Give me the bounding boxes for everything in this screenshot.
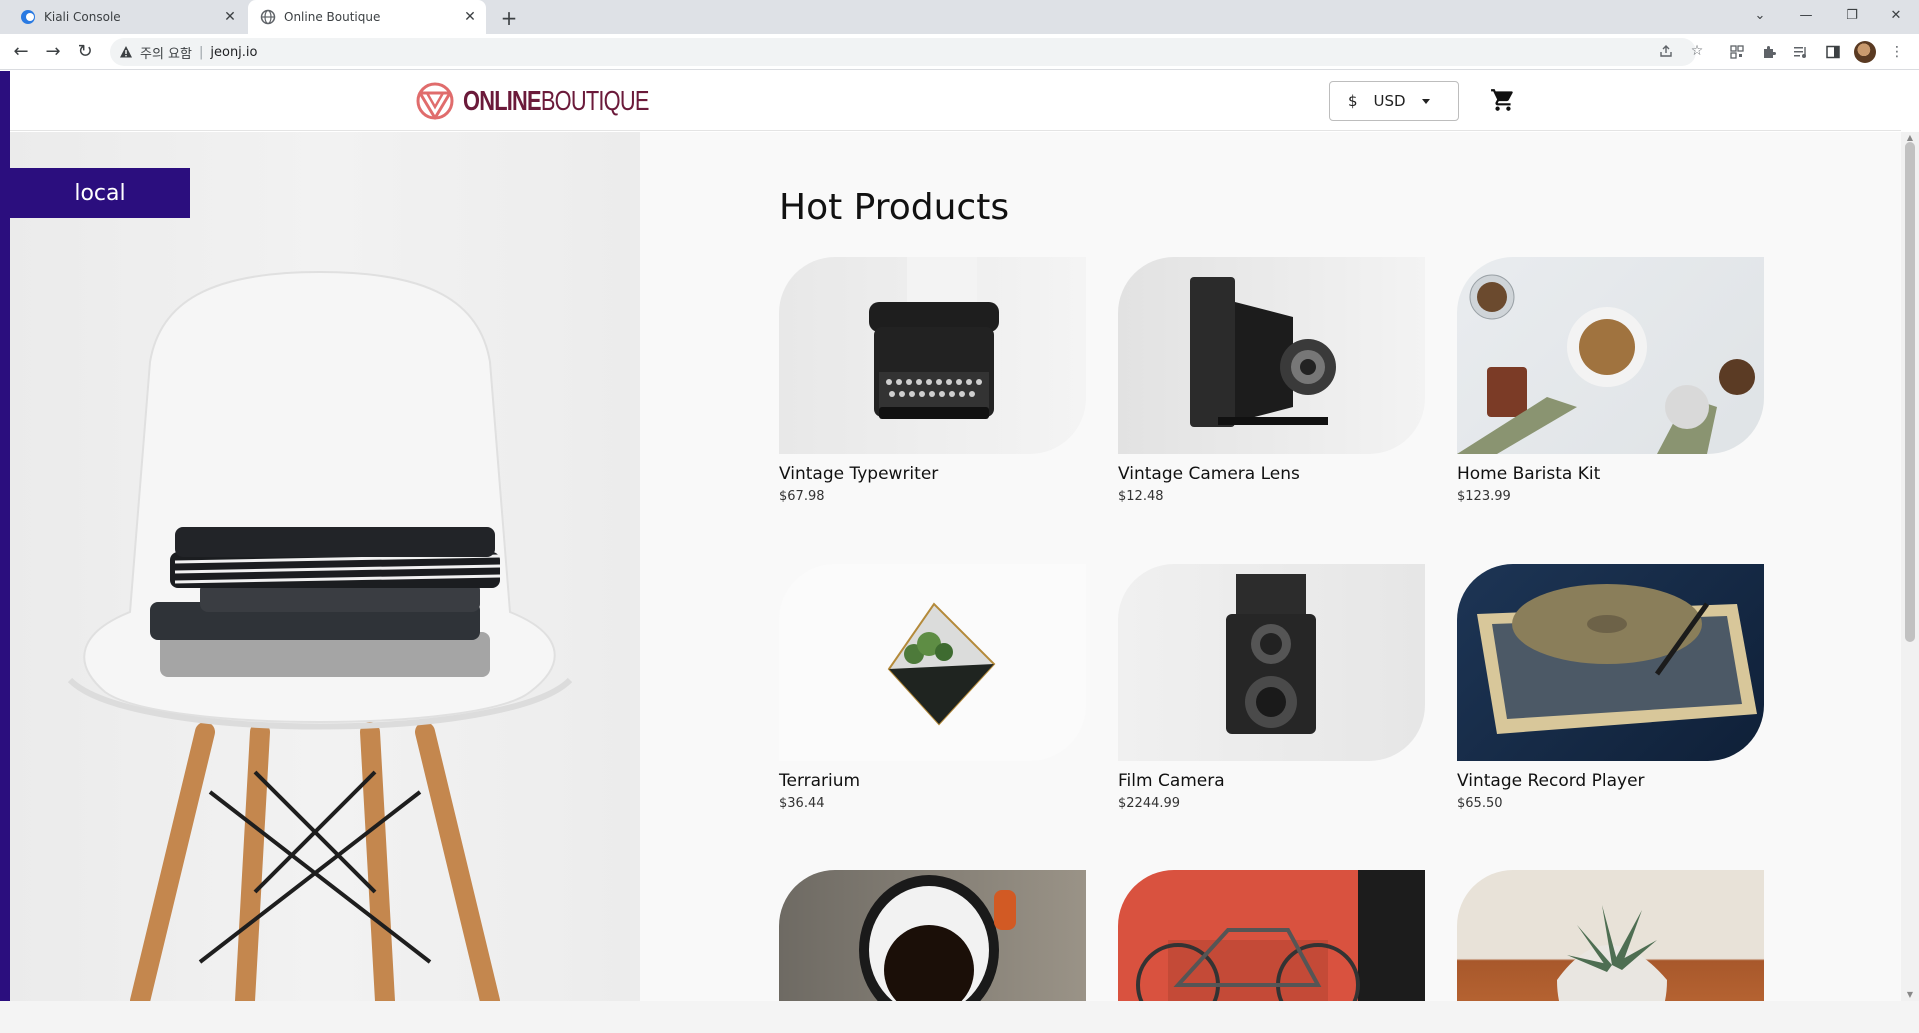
menu-kebab-icon[interactable]: ⋮ — [1885, 40, 1909, 64]
reload-icon[interactable]: ↻ — [73, 40, 97, 64]
chevron-down-icon — [1422, 99, 1430, 104]
product-image-typewriter[interactable] — [779, 257, 1086, 454]
product-image-camera-lens[interactable] — [1118, 257, 1425, 454]
warning-icon[interactable] — [118, 44, 134, 60]
product-image-terrarium[interactable] — [779, 564, 1086, 761]
product-name[interactable]: Vintage Camera Lens — [1118, 464, 1425, 484]
close-tab-icon[interactable]: ✕ — [222, 9, 238, 25]
product-price: $67.98 — [779, 489, 825, 504]
share-icon[interactable] — [1655, 40, 1677, 62]
globe-favicon-icon — [260, 9, 276, 25]
page-scrollbar[interactable]: ▲ ▼ — [1901, 132, 1919, 1001]
cart-icon[interactable] — [1490, 87, 1516, 113]
cluster-indicator-bar — [0, 71, 10, 1001]
page-bottom-strip — [0, 1001, 1919, 1033]
product-price: $2244.99 — [1118, 796, 1181, 811]
scroll-down-icon[interactable]: ▼ — [1901, 989, 1919, 1001]
sidepanel-icon[interactable] — [1821, 40, 1845, 64]
media-icon[interactable] — [1789, 40, 1813, 64]
cluster-badge: local — [10, 168, 190, 218]
product-card[interactable]: Film Camera $2244.99 — [1118, 564, 1425, 811]
tab-kiali-console[interactable]: Kiali Console ✕ — [8, 0, 246, 34]
currency-code: USD — [1373, 92, 1406, 110]
product-price: $123.99 — [1457, 489, 1511, 504]
tab-title: Kiali Console — [44, 10, 121, 24]
forward-arrow-icon[interactable]: → — [41, 40, 65, 64]
product-card[interactable] — [779, 870, 1086, 1001]
address-bar[interactable]: 주의 요함 | jeonj.io — [110, 38, 1696, 66]
new-tab-icon[interactable]: + — [497, 7, 521, 31]
product-image-mug[interactable] — [779, 870, 1086, 1001]
product-card[interactable]: Vintage Camera Lens $12.48 — [1118, 257, 1425, 504]
product-card[interactable]: Vintage Typewriter $67.98 — [779, 257, 1086, 504]
product-name[interactable]: Vintage Record Player — [1457, 771, 1764, 791]
site-header: ONLINEBOUTIQUE $ USD — [10, 71, 1901, 131]
address-separator: | — [198, 44, 204, 60]
product-image-succulent[interactable] — [1457, 870, 1764, 1001]
product-image-bicycle[interactable] — [1118, 870, 1425, 1001]
extensions-icon[interactable] — [1757, 40, 1781, 64]
product-card[interactable]: Terrarium $36.44 — [779, 564, 1086, 811]
product-image-record-player[interactable] — [1457, 564, 1764, 761]
brand-wordmark: ONLINEBOUTIQUE — [463, 85, 649, 116]
hero-chair-image — [10, 132, 640, 1001]
product-name[interactable]: Home Barista Kit — [1457, 464, 1764, 484]
product-name[interactable]: Vintage Typewriter — [779, 464, 1086, 484]
scrollbar-thumb[interactable] — [1905, 142, 1915, 642]
browser-tabstrip: Kiali Console ✕ Online Boutique ✕ + ⌄ — … — [0, 0, 1919, 34]
tab-search-chevron-icon[interactable]: ⌄ — [1737, 0, 1783, 30]
security-status-label: 주의 요함 — [140, 46, 192, 62]
star-icon[interactable]: ☆ — [1686, 40, 1708, 62]
url-text: jeonj.io — [210, 44, 258, 60]
tab-online-boutique[interactable]: Online Boutique ✕ — [248, 0, 486, 34]
page-viewport: ONLINEBOUTIQUE $ USD local Hot Products … — [0, 71, 1919, 1033]
qr-icon[interactable] — [1725, 40, 1749, 64]
product-price: $12.48 — [1118, 489, 1164, 504]
close-window-icon[interactable]: ✕ — [1873, 0, 1919, 30]
minimize-icon[interactable]: — — [1783, 0, 1829, 30]
browser-toolbar: ← → ↻ 주의 요함 | jeonj.io ☆ — [0, 34, 1919, 70]
product-price: $65.50 — [1457, 796, 1503, 811]
products-section: Hot Products Vintage Typewriter $67.98 V… — [640, 132, 1901, 1001]
boutique-logo-icon — [416, 82, 454, 120]
currency-select[interactable]: $ USD — [1329, 81, 1459, 121]
product-name[interactable]: Film Camera — [1118, 771, 1425, 791]
product-card[interactable] — [1118, 870, 1425, 1001]
product-card[interactable] — [1457, 870, 1764, 1001]
kiali-favicon-icon — [20, 9, 36, 25]
restore-icon[interactable]: ❐ — [1829, 0, 1875, 30]
currency-symbol: $ — [1348, 92, 1358, 110]
tab-title: Online Boutique — [284, 10, 381, 24]
product-price: $36.44 — [779, 796, 825, 811]
close-tab-icon[interactable]: ✕ — [462, 9, 478, 25]
product-card[interactable]: Vintage Record Player $65.50 — [1457, 564, 1764, 811]
section-title: Hot Products — [779, 187, 1010, 228]
brand-logo[interactable]: ONLINEBOUTIQUE — [415, 81, 701, 121]
product-name[interactable]: Terrarium — [779, 771, 1086, 791]
product-image-film-camera[interactable] — [1118, 564, 1425, 761]
product-card[interactable]: Home Barista Kit $123.99 — [1457, 257, 1764, 504]
back-arrow-icon[interactable]: ← — [9, 40, 33, 64]
profile-avatar[interactable] — [1853, 40, 1877, 64]
product-image-barista-kit[interactable] — [1457, 257, 1764, 454]
